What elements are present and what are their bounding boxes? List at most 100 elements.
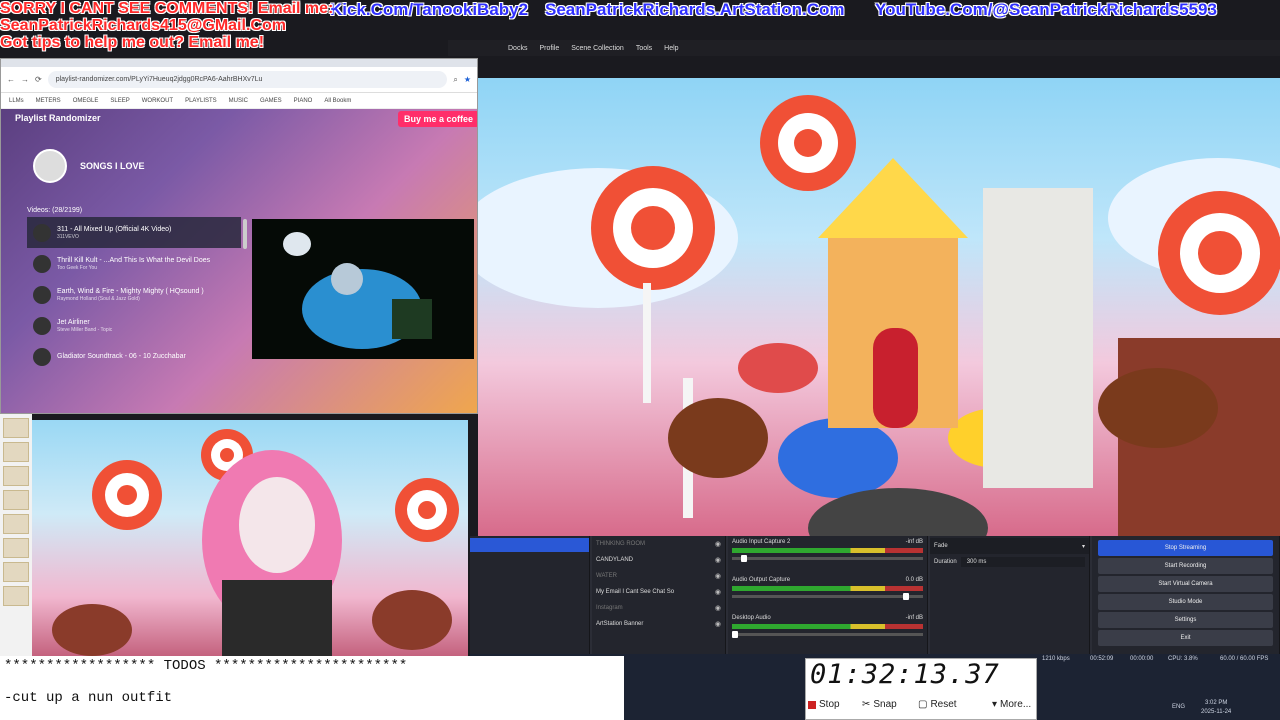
start-recording-button[interactable]: Start Recording: [1098, 558, 1273, 574]
source-item[interactable]: Instagram ◉: [592, 600, 725, 616]
video-channel: Too Geek For You: [57, 265, 98, 271]
desktop-file-icon[interactable]: [3, 418, 29, 438]
record-time-readout: 00:00:00: [1130, 656, 1154, 662]
video-list-item[interactable]: Thrill Kill Kult - ...And This Is What t…: [27, 248, 241, 279]
obs-preview-scene: [478, 78, 1280, 538]
source-item[interactable]: CANDYLAND ◉: [592, 552, 725, 568]
source-name: WATER: [596, 573, 617, 579]
url-text: playlist-randomizer.com/PLyYi7Hueuq2jdgg…: [55, 76, 263, 83]
visibility-icon[interactable]: ◉: [715, 620, 721, 628]
video-list-scrollbar[interactable]: [243, 219, 247, 249]
star-icon[interactable]: ★: [464, 75, 471, 84]
visibility-icon[interactable]: ◉: [715, 588, 721, 596]
video-list: 311 - All Mixed Up (Official 4K Video) 31…: [27, 217, 241, 366]
volume-slider-handle[interactable]: [740, 555, 747, 562]
reload-icon[interactable]: ⟳: [35, 75, 42, 84]
video-channel: 311VEVO: [57, 234, 79, 240]
bookmark-item[interactable]: PIANO: [294, 98, 313, 104]
desktop-file-icon[interactable]: [3, 490, 29, 510]
bookmark-item[interactable]: MUSIC: [229, 98, 248, 104]
video-title: 311 - All Mixed Up (Official 4K Video): [57, 226, 172, 233]
playlist-randomizer-page: Playlist Randomizer Buy me a coffee SONG…: [1, 109, 477, 413]
bookmark-item[interactable]: METERS: [36, 98, 61, 104]
exit-button[interactable]: Exit: [1098, 630, 1273, 646]
video-list-item[interactable]: Jet Airliner Steve Miller Band - Topic: [27, 310, 241, 341]
mixer-channel-header: Audio Output Capture 0.0 dB: [732, 577, 923, 583]
video-count: Videos: (28/2199): [27, 207, 83, 214]
source-name: CANDYLAND: [596, 557, 634, 563]
browser-tab-strip[interactable]: [1, 59, 477, 67]
obs-menu-help[interactable]: Help: [664, 45, 678, 52]
mixer-channel-name: Desktop Audio: [732, 615, 771, 621]
buy-coffee-button[interactable]: Buy me a coffee: [397, 111, 477, 127]
back-icon[interactable]: ←: [7, 75, 15, 84]
duration-row: Duration 300 ms: [930, 554, 1089, 570]
audio-mixer: Audio Input Capture 2 -inf dB Audio Output…: [728, 536, 928, 654]
video-list-item[interactable]: Earth, Wind & Fire - Mighty Mighty ( HQs…: [27, 279, 241, 310]
video-player[interactable]: [252, 219, 474, 359]
obs-menu-scene-collection[interactable]: Scene Collection: [571, 45, 624, 52]
bookmark-item[interactable]: OMEGLE: [73, 98, 99, 104]
volume-slider[interactable]: [732, 593, 923, 600]
volume-slider-handle[interactable]: [902, 593, 909, 600]
stop-button[interactable]: Stop: [808, 699, 840, 710]
reset-button[interactable]: ▢ Reset: [918, 699, 957, 710]
bookmark-item[interactable]: GAMES: [260, 98, 282, 104]
bookmark-item[interactable]: WORKOUT: [142, 98, 173, 104]
visibility-icon[interactable]: ◉: [715, 540, 721, 548]
language-indicator[interactable]: ENG: [1172, 704, 1185, 710]
obs-menu-profile[interactable]: Profile: [539, 45, 559, 52]
mixer-channel-header: Desktop Audio -inf dB: [732, 615, 923, 621]
source-item[interactable]: My Email I Cant See Chat So ◉: [592, 584, 725, 600]
duration-label: Duration: [934, 559, 957, 565]
desktop-file-icon[interactable]: [3, 466, 29, 486]
sources-panel: THINKING ROOM ◉ CANDYLAND ◉ WATER ◉ My Email I…: [592, 536, 726, 654]
bookmark-item[interactable]: SLEEP: [110, 98, 129, 104]
bookmark-item[interactable]: LLMs: [9, 98, 24, 104]
forward-icon[interactable]: →: [21, 75, 29, 84]
visibility-icon[interactable]: ◉: [715, 572, 721, 580]
more-button[interactable]: ▾ More...: [992, 699, 1031, 710]
transition-select[interactable]: Fade ▾: [930, 538, 1089, 554]
video-list-item[interactable]: Gladiator Soundtrack - 06 - 10 Zucchabar: [27, 341, 241, 372]
video-list-item[interactable]: 311 - All Mixed Up (Official 4K Video) 31…: [27, 217, 241, 248]
clock-date[interactable]: 2025-11-24: [1201, 709, 1231, 715]
bookmark-item[interactable]: PLAYLISTS: [185, 98, 217, 104]
url-input[interactable]: playlist-randomizer.com/PLyYi7Hueuq2jdgg…: [47, 71, 448, 88]
overlay-line-2: SeanPatrickRichards415@GMail.Com: [0, 17, 286, 34]
mixer-channel: Audio Output Capture 0.0 dB: [728, 574, 927, 612]
source-item[interactable]: THINKING ROOM ◉: [592, 536, 725, 552]
bitrate-readout: 1210 kbps: [1042, 656, 1070, 662]
start-virtual-camera-button[interactable]: Start Virtual Camera: [1098, 576, 1273, 592]
desktop-file-icon[interactable]: [3, 442, 29, 462]
selected-scene-row[interactable]: [470, 538, 589, 552]
mixer-channel-db: -inf dB: [905, 539, 923, 545]
source-item[interactable]: WATER ◉: [592, 568, 725, 584]
desktop-file-icon[interactable]: [3, 538, 29, 558]
video-thumbnail: [33, 254, 51, 273]
obs-left-panel: [470, 536, 590, 654]
visibility-icon[interactable]: ◉: [715, 604, 721, 612]
obs-menu-tools[interactable]: Tools: [636, 45, 652, 52]
visibility-icon[interactable]: ◉: [715, 556, 721, 564]
video-thumbnail: [33, 347, 51, 366]
fps-readout: 60.00 / 60.00 FPS: [1220, 656, 1269, 662]
duration-input[interactable]: 300 ms: [960, 557, 1085, 567]
stop-streaming-button[interactable]: Stop Streaming: [1098, 540, 1273, 556]
snap-button[interactable]: ✂ Snap: [862, 699, 897, 710]
transition-type: Fade: [934, 543, 948, 549]
settings-button[interactable]: Settings: [1098, 612, 1273, 628]
volume-slider[interactable]: [732, 631, 923, 638]
volume-slider[interactable]: [732, 555, 923, 562]
desktop-file-icon[interactable]: [3, 562, 29, 582]
bookmark-item[interactable]: All Bookm: [324, 98, 351, 104]
source-item[interactable]: ArtStation Banner ◉: [592, 616, 725, 632]
studio-mode-button[interactable]: Studio Mode: [1098, 594, 1273, 610]
clock-time[interactable]: 3:02 PM: [1205, 700, 1227, 706]
todo-notepad[interactable]: ****************** TODOS ***************…: [0, 656, 624, 720]
search-icon[interactable]: ⌕: [453, 75, 457, 85]
volume-slider-handle[interactable]: [732, 631, 738, 638]
desktop-file-icon[interactable]: [3, 586, 29, 606]
stream-time-readout: 00:52:09: [1090, 656, 1114, 662]
desktop-file-icon[interactable]: [3, 514, 29, 534]
